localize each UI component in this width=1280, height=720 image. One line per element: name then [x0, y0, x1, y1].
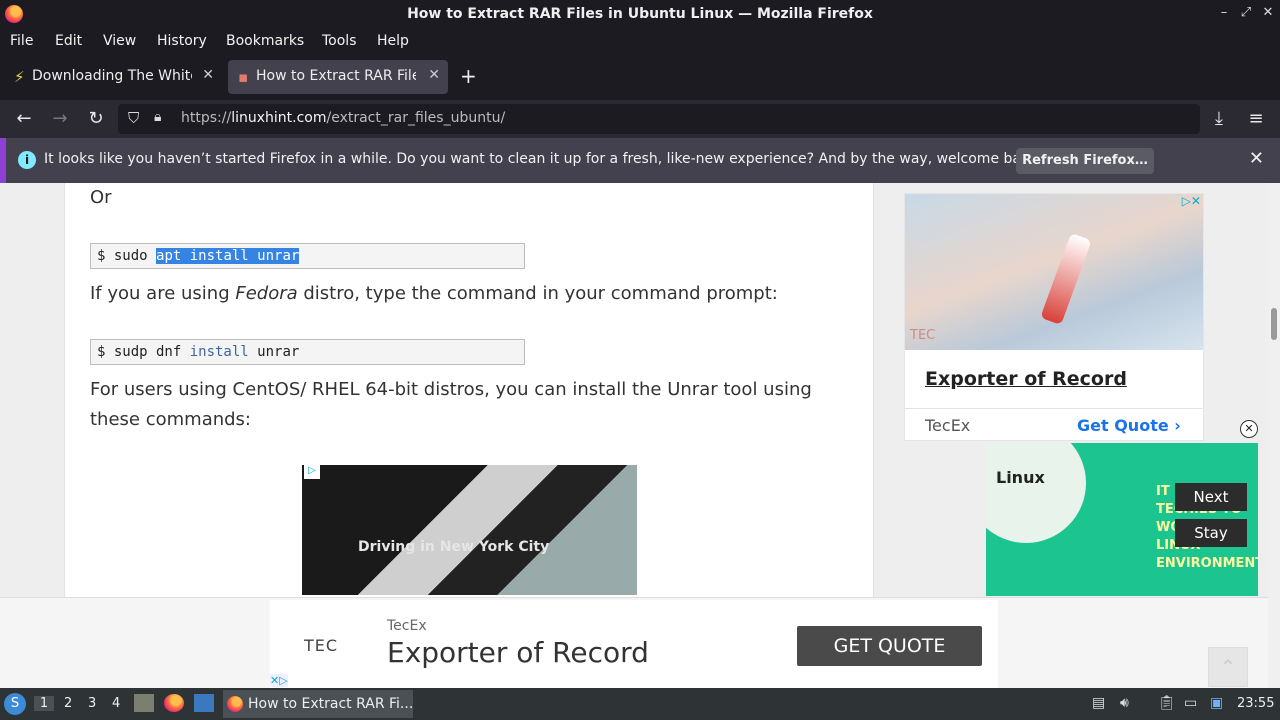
tab-close-icon[interactable]: ✕ — [428, 67, 440, 83]
adchoices-icon[interactable]: ▷ — [304, 465, 320, 479]
video-ad[interactable]: ▷ Driving in New York City — [302, 465, 637, 595]
reload-icon[interactable]: ↻ — [84, 108, 108, 129]
ad-circle-shape — [986, 443, 1086, 543]
minimize-icon[interactable]: – — [1214, 5, 1234, 20]
bolt-icon: ⚡ — [14, 68, 25, 86]
paragraph-fedora: If you are using Fedora distro, type the… — [90, 283, 778, 304]
test-tube-image — [1040, 232, 1092, 326]
refresh-notification-bar: i It looks like you haven’t started Fire… — [0, 138, 1280, 183]
menu-file[interactable]: File — [10, 33, 33, 49]
close-icon[interactable]: ✕ — [1249, 148, 1264, 169]
next-button[interactable]: Next — [1175, 483, 1247, 511]
window-titlebar: How to Extract RAR Files in Ubuntu Linux… — [0, 0, 1280, 30]
close-floating-ad-icon[interactable]: ✕ — [1240, 420, 1258, 438]
workspace-2[interactable]: 2 — [64, 696, 72, 711]
tray-app-icon[interactable]: ▤ — [1092, 695, 1105, 711]
volume-icon[interactable]: 🔊︎ — [1120, 695, 1129, 711]
tab-close-icon[interactable]: ✕ — [202, 67, 214, 83]
ad-photo: TEC — [905, 194, 1203, 350]
close-window-icon[interactable]: ✕ — [1258, 5, 1278, 20]
bottom-banner-ad: TEC TecEx Exporter of Record GET QUOTE ✕… — [0, 597, 1268, 688]
restore-icon[interactable]: ⤢ — [1236, 5, 1256, 20]
app-menu-icon[interactable]: ≡ — [1244, 108, 1268, 129]
ad-headline: Exporter of Record — [387, 636, 649, 669]
video-caption: Driving in New York City — [358, 539, 550, 555]
adchoices-icon[interactable]: ✕▷ — [270, 674, 288, 687]
downloads-icon[interactable]: ⤓ — [1207, 108, 1231, 129]
network-icon[interactable]: ▣ — [1210, 695, 1223, 711]
clock: 23:55 — [1237, 696, 1275, 711]
url-text[interactable]: https://linuxhint.com/extract_rar_files_… — [181, 110, 505, 126]
workspace-3[interactable]: 3 — [88, 696, 96, 711]
code-block-apt[interactable]: $ sudo apt install unrar — [90, 243, 525, 269]
ad-brand: TecEx — [925, 416, 971, 435]
get-quote-button[interactable]: GET QUOTE — [797, 626, 982, 666]
menu-view[interactable]: View — [103, 33, 136, 49]
page-scrollbar[interactable] — [1268, 183, 1280, 688]
menu-tools[interactable]: Tools — [322, 33, 357, 49]
tec-logo: TEC — [910, 328, 936, 343]
refresh-firefox-button[interactable]: Refresh Firefox… — [1016, 148, 1154, 174]
shield-icon[interactable]: ⛉ — [128, 109, 139, 127]
firefox-icon — [227, 696, 243, 712]
forward-icon[interactable]: → — [48, 108, 72, 129]
divider — [905, 408, 1203, 409]
task-label: How to Extract RAR Fi... — [248, 696, 414, 712]
taskbar-firefox-window[interactable]: How to Extract RAR Fi... — [223, 690, 413, 718]
menu-edit[interactable]: Edit — [55, 33, 82, 49]
tab-downloading[interactable]: ⚡ Downloading The White H ✕ — [4, 60, 222, 94]
workspace-4[interactable]: 4 — [112, 696, 120, 711]
menu-bar: File Edit View History Bookmarks Tools H… — [0, 30, 1280, 54]
firefox-icon[interactable] — [164, 694, 184, 712]
banner-ad[interactable]: TEC TecEx Exporter of Record GET QUOTE ✕… — [270, 600, 998, 688]
file-manager-icon[interactable] — [134, 694, 154, 712]
menu-help[interactable]: Help — [377, 33, 409, 49]
ad-headline[interactable]: Exporter of Record — [925, 368, 1127, 390]
ad-brand: TecEx — [387, 618, 427, 634]
get-quote-link[interactable]: Get Quote › — [1077, 416, 1181, 435]
tab-extract-rar[interactable]: ▪ How to Extract RAR Files i ✕ — [228, 60, 448, 94]
adchoices-close-icon[interactable]: ▷✕ — [1182, 194, 1201, 208]
window-title: How to Extract RAR Files in Ubuntu Linux… — [407, 6, 873, 22]
display-icon[interactable]: ▭ — [1184, 695, 1197, 711]
scrollbar-thumb[interactable] — [1271, 308, 1277, 340]
chevron-right-icon: › — [1174, 416, 1181, 435]
menu-history[interactable]: History — [157, 33, 207, 49]
tab-bar: ⚡ Downloading The White H ✕ ▪ How to Ext… — [0, 54, 1280, 100]
paragraph-or: Or — [90, 187, 112, 208]
scroll-to-top-icon[interactable]: ⌃ — [1208, 647, 1248, 687]
lock-icon[interactable]: 🔒︎ — [154, 109, 161, 125]
linux-logo: Linux — [996, 468, 1045, 487]
code-block-dnf[interactable]: $ sudp dnf install unrar — [90, 339, 525, 365]
menu-bookmarks[interactable]: Bookmarks — [226, 33, 304, 49]
sidebar-ad[interactable]: TEC ▷✕ Exporter of Record TecEx Get Quot… — [904, 193, 1204, 441]
stay-button[interactable]: Stay — [1175, 519, 1247, 547]
floating-video-ad[interactable]: Linux IT IS FOR TECHIES TO WORK IN A LIN… — [986, 443, 1258, 596]
info-icon: i — [18, 151, 36, 169]
site-favicon-icon: ▪ — [238, 68, 249, 86]
desktop-icon[interactable] — [194, 694, 214, 712]
workspace-1[interactable]: 1 — [34, 696, 54, 711]
clipboard-icon[interactable]: 📋︎ — [1158, 695, 1176, 711]
back-icon[interactable]: ← — [12, 108, 36, 129]
taskbar: S 1 2 3 4 How to Extract RAR Fi... ▤ 🔊︎ … — [0, 688, 1280, 720]
notification-text: It looks like you haven’t started Firefo… — [44, 151, 1043, 167]
tec-logo: TEC — [304, 636, 339, 655]
url-bar[interactable]: ⛉ 🔒︎ https://linuxhint.com/extract_rar_f… — [118, 104, 1200, 134]
start-menu-icon[interactable]: S — [4, 693, 26, 715]
paragraph-centos: For users using CentOS/ RHEL 64-bit dist… — [90, 379, 812, 430]
new-tab-icon[interactable]: + — [460, 64, 477, 88]
